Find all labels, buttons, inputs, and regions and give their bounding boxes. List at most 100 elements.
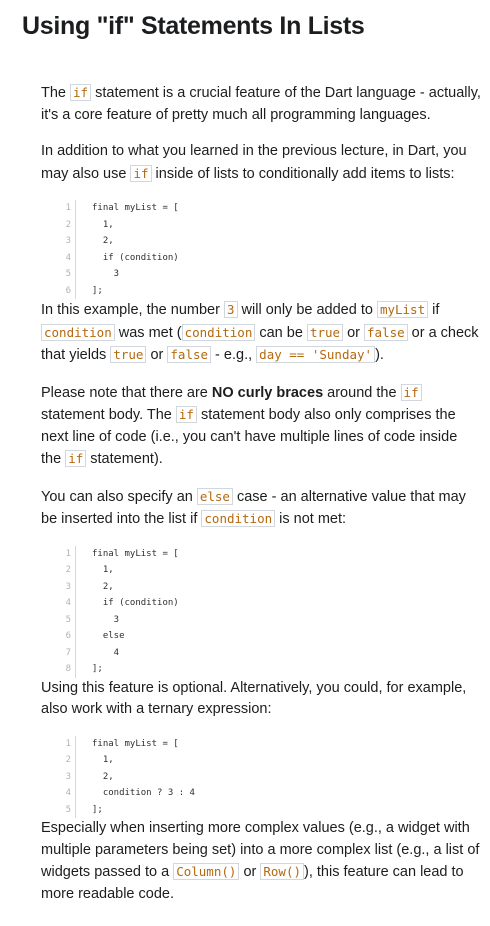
inline-code: else — [196, 487, 233, 505]
paragraph-lists: In addition to what you learned in the p… — [41, 141, 481, 185]
line-number: 3 — [63, 768, 76, 785]
paragraph-ternary: Using this feature is optional. Alternat… — [41, 678, 481, 721]
code-text: else — [92, 631, 125, 641]
inline-code: myList — [376, 301, 429, 318]
code-text: 2, — [92, 771, 114, 782]
text: Please note that there are — [41, 384, 212, 401]
code-block-if-else: 1 final myList = [ 2 1, 3 2, 4 if (condit… — [63, 545, 481, 678]
text: if — [428, 302, 440, 318]
code-line: 6 else — [63, 628, 481, 645]
line-number: 6 — [63, 282, 76, 299]
text: or — [146, 347, 168, 363]
inline-code: Column() — [173, 863, 240, 880]
code-text: if (condition) — [92, 252, 179, 263]
page-title: Using "if" Statements In Lists — [22, 12, 365, 40]
code-text: 4 — [92, 647, 120, 658]
inline-code: 3 — [223, 301, 238, 318]
code-text: 2, — [92, 581, 114, 592]
paragraph-else: You can also specify an else case - an a… — [41, 486, 481, 531]
code-line: 6]; — [63, 282, 481, 299]
inline-code: if — [70, 84, 92, 101]
inline-code: false — [364, 323, 408, 341]
code-line: 1 final myList = [ — [63, 545, 481, 562]
code-line: 5 3 — [63, 611, 481, 628]
inline-code: true — [110, 346, 147, 363]
line-number: 3 — [63, 578, 76, 595]
code-text: final myList = [ — [92, 738, 179, 749]
inline-code: day == 'Sunday' — [256, 346, 376, 363]
inline-code: if — [65, 450, 87, 467]
text: will only be added to — [237, 302, 377, 318]
code-line: 1 final myList = [ — [63, 735, 481, 752]
text: inside of lists to conditionally add ite… — [151, 165, 455, 182]
code-line: 2 1, — [63, 216, 481, 233]
text: can be — [255, 324, 307, 341]
inline-code: condition — [41, 323, 115, 341]
line-number: 1 — [63, 545, 76, 562]
line-number: 2 — [63, 752, 76, 769]
line-number: 8 — [63, 661, 76, 678]
lecture-article: Using "if" Statements In Lists The if st… — [0, 0, 490, 926]
text: or — [343, 324, 364, 341]
code-text: ]; — [92, 804, 103, 815]
inline-code: true — [306, 323, 344, 341]
text: statement is a crucial feature of the Da… — [41, 85, 481, 123]
code-line: 3 2, — [63, 768, 481, 785]
text: around the — [323, 384, 401, 401]
inline-code: false — [167, 346, 212, 363]
line-number: 5 — [63, 801, 76, 818]
inline-code: condition — [201, 510, 276, 527]
code-line: 2 1, — [63, 562, 481, 579]
paragraph-intro: The if statement is a crucial feature of… — [41, 82, 481, 126]
code-line: 4 if (condition) — [63, 249, 481, 266]
inline-code: if — [175, 406, 197, 423]
inline-code: if — [400, 383, 422, 401]
code-text: 3 — [92, 269, 120, 279]
code-text: ]; — [92, 664, 103, 674]
line-number: 2 — [63, 562, 76, 579]
line-number: 2 — [63, 216, 76, 233]
line-number: 5 — [63, 266, 76, 283]
paragraph-example-explanation: In this example, the number 3 will only … — [41, 299, 481, 367]
text: or — [239, 864, 261, 880]
code-line: 7 4 — [63, 644, 481, 661]
code-line: 4 if (condition) — [63, 595, 481, 612]
text: - e.g., — [211, 347, 257, 363]
code-line: 5]; — [63, 801, 481, 818]
line-number: 4 — [63, 785, 76, 802]
code-text: 1, — [92, 219, 114, 230]
code-text: 1, — [92, 565, 114, 575]
text: Using this feature is optional. Alternat… — [41, 679, 467, 718]
code-block-if: 1 final myList = [ 2 1, 3 2, 4 if (condit… — [63, 200, 481, 299]
line-number: 1 — [63, 735, 76, 752]
code-line: 3 2, — [63, 578, 481, 595]
inline-code: if — [130, 164, 152, 182]
code-text: 3 — [92, 614, 120, 625]
code-line: 1 final myList = [ — [63, 200, 481, 217]
code-line: 4 condition ? 3 : 4 — [63, 785, 481, 802]
code-line: 2 1, — [63, 752, 481, 769]
text: ). — [375, 347, 384, 363]
line-number: 4 — [63, 595, 76, 612]
code-text: 2, — [92, 236, 114, 246]
text: is not met: — [275, 511, 347, 527]
paragraph-readability: Especially when inserting more complex v… — [41, 818, 481, 905]
inline-code: condition — [181, 323, 256, 341]
line-number: 1 — [63, 200, 76, 217]
text: The — [41, 85, 71, 101]
code-line: 3 2, — [63, 233, 481, 250]
text: You can also specify an — [41, 488, 197, 505]
paragraph-no-braces: Please note that there are NO curly brac… — [41, 382, 481, 471]
text: In this example, the number — [41, 302, 224, 318]
text: was met ( — [114, 324, 182, 341]
line-number: 6 — [63, 628, 76, 645]
code-line: 5 3 — [63, 266, 481, 283]
inline-code: Row() — [260, 863, 305, 880]
article-body: The if statement is a crucial feature of… — [41, 82, 481, 920]
code-block-ternary: 1 final myList = [ 2 1, 3 2, 4 condition … — [63, 735, 481, 818]
line-number: 3 — [63, 233, 76, 250]
line-number: 5 — [63, 611, 76, 628]
code-text: condition ? 3 : 4 — [92, 788, 195, 798]
code-text: 1, — [92, 755, 114, 765]
text: statement). — [86, 451, 163, 467]
